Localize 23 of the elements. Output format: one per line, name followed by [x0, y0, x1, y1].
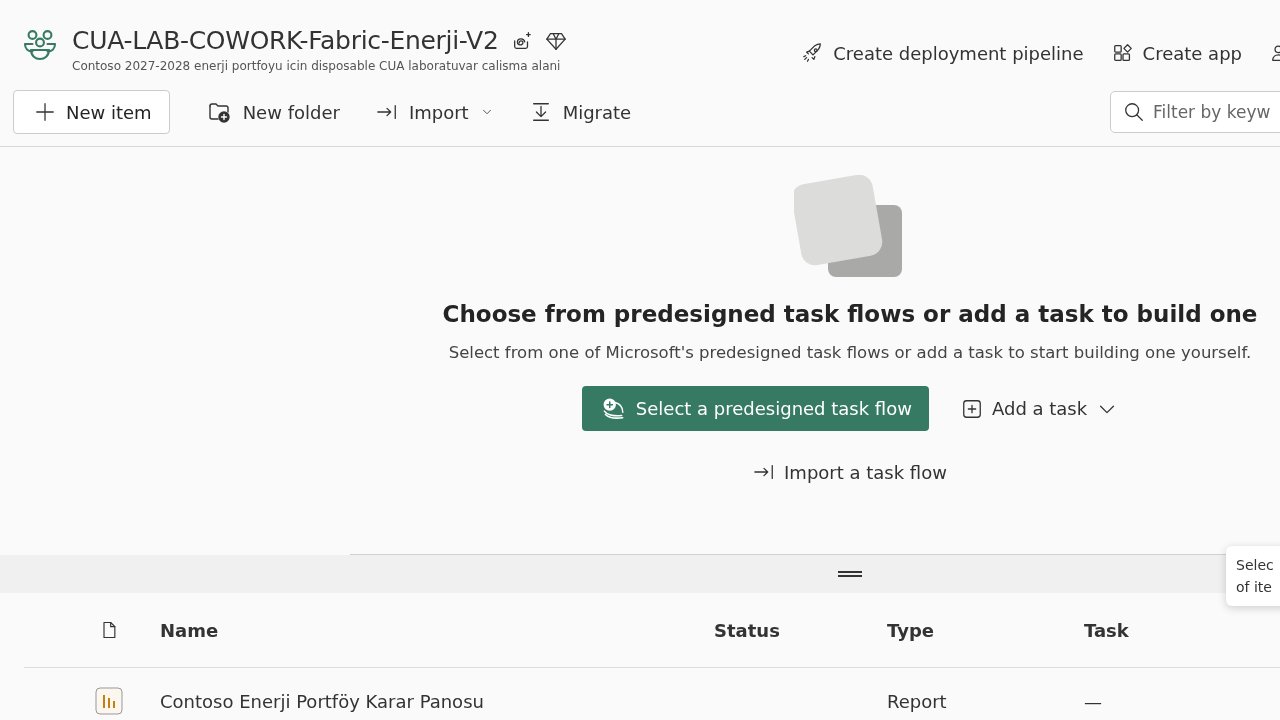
column-header[interactable]: Name: [160, 619, 714, 641]
table-cell-text: —: [1084, 690, 1103, 712]
toolbar-button[interactable]: New folder: [205, 100, 340, 124]
new-item-button[interactable]: New item: [13, 90, 170, 134]
tooltip-text: of ite: [1236, 578, 1273, 597]
column-header[interactable]: Status: [714, 619, 884, 641]
select-task-flow-button[interactable]: Select a predesigned task flow: [581, 386, 929, 431]
table-cell-text: Contoso Enerji Portföy Karar Panosu: [160, 690, 485, 712]
filter-field[interactable]: Filter by keyw: [1110, 91, 1280, 133]
header-action[interactable]: Create deployment pipeline: [802, 42, 1084, 64]
toolbar-button[interactable]: Migrate: [529, 101, 632, 123]
workspace-title: CUA-LAB-COWORK-Fabric-Enerji-V2: [72, 26, 499, 55]
empty-state-description: Select from one of Microsoft's predesigned task flows or add a task to start building one yourself.: [448, 343, 1252, 362]
workspace-description: Contoso 2027-2028 enerji portfoyu icin disposable CUA laboratuvar calisma alani: [72, 59, 562, 73]
column-header[interactable]: Task: [1084, 619, 1280, 641]
empty-state-heading: Choose from predesigned task flows or add a task to build one: [442, 301, 1258, 327]
import-task-flow-link[interactable]: Import a task flow: [753, 461, 947, 483]
column-header[interactable]: Type: [884, 619, 1084, 641]
table-cell-text: Report: [886, 690, 948, 712]
tooltip-text: Selec: [1236, 556, 1275, 575]
header-action[interactable]: Create app: [1111, 42, 1242, 64]
add-task-button[interactable]: Add a task: [960, 397, 1119, 420]
toolbar-button[interactable]: Import: [375, 101, 494, 123]
